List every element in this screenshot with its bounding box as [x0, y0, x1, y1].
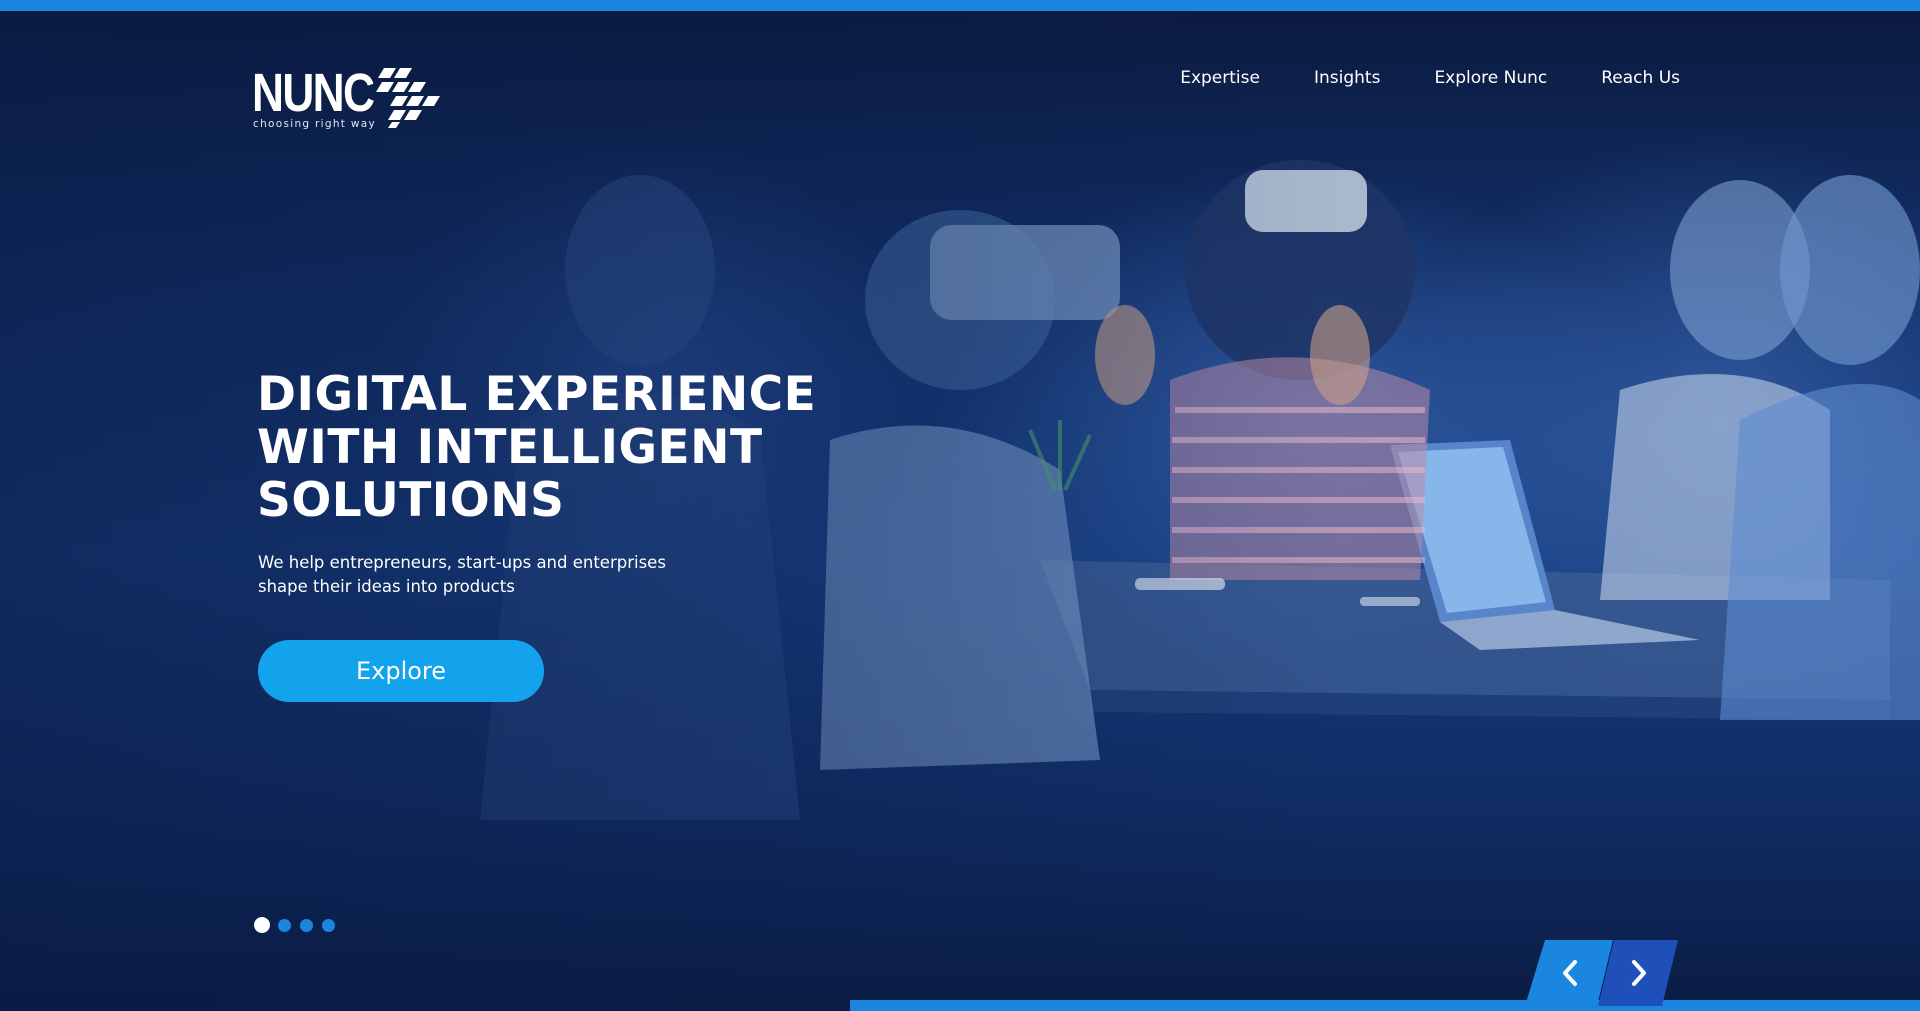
- chevron-right-icon: [1598, 940, 1678, 1006]
- nunc-logo[interactable]: NUNC choosing right way: [252, 66, 452, 136]
- slider-next-button[interactable]: [1594, 940, 1682, 1006]
- nunc-logo-mark-icon: [370, 66, 442, 133]
- hero-title-line-2: WITH INTELLIGENT: [257, 420, 763, 475]
- nav-item-insights[interactable]: Insights: [1314, 68, 1380, 88]
- hero-title: DIGITAL EXPERIENCE WITH INTELLIGENT SOLU…: [257, 368, 897, 527]
- nav-item-reach-us[interactable]: Reach Us: [1601, 68, 1680, 88]
- hero-subtitle: We help entrepreneurs, start-ups and ent…: [258, 551, 718, 599]
- hero-title-line-1: DIGITAL EXPERIENCE: [257, 367, 817, 422]
- slider-dot-2[interactable]: [278, 918, 291, 932]
- explore-button[interactable]: Explore: [258, 640, 544, 702]
- nav-item-explore-nunc[interactable]: Explore Nunc: [1434, 68, 1547, 88]
- hero-title-line-3: SOLUTIONS: [257, 473, 565, 528]
- top-accent-bar: [0, 0, 1920, 11]
- hero-subtitle-line-2: shape their ideas into products: [258, 577, 515, 596]
- logo-tagline: choosing right way: [253, 118, 376, 130]
- slider-dot-1[interactable]: [254, 917, 270, 933]
- hero-subtitle-line-1: We help entrepreneurs, start-ups and ent…: [258, 553, 666, 572]
- slider-dot-4[interactable]: [322, 918, 335, 932]
- logo-wordmark: NUNC: [252, 63, 375, 123]
- slider-dot-3[interactable]: [300, 918, 313, 932]
- slider-pagination: [254, 917, 344, 933]
- main-nav: Expertise Insights Explore Nunc Reach Us: [1126, 68, 1680, 88]
- nav-item-expertise[interactable]: Expertise: [1180, 68, 1260, 88]
- landing-page: NUNC choosing right way Expertise Insigh…: [0, 0, 1920, 1011]
- bottom-accent-bar: [850, 1000, 1920, 1011]
